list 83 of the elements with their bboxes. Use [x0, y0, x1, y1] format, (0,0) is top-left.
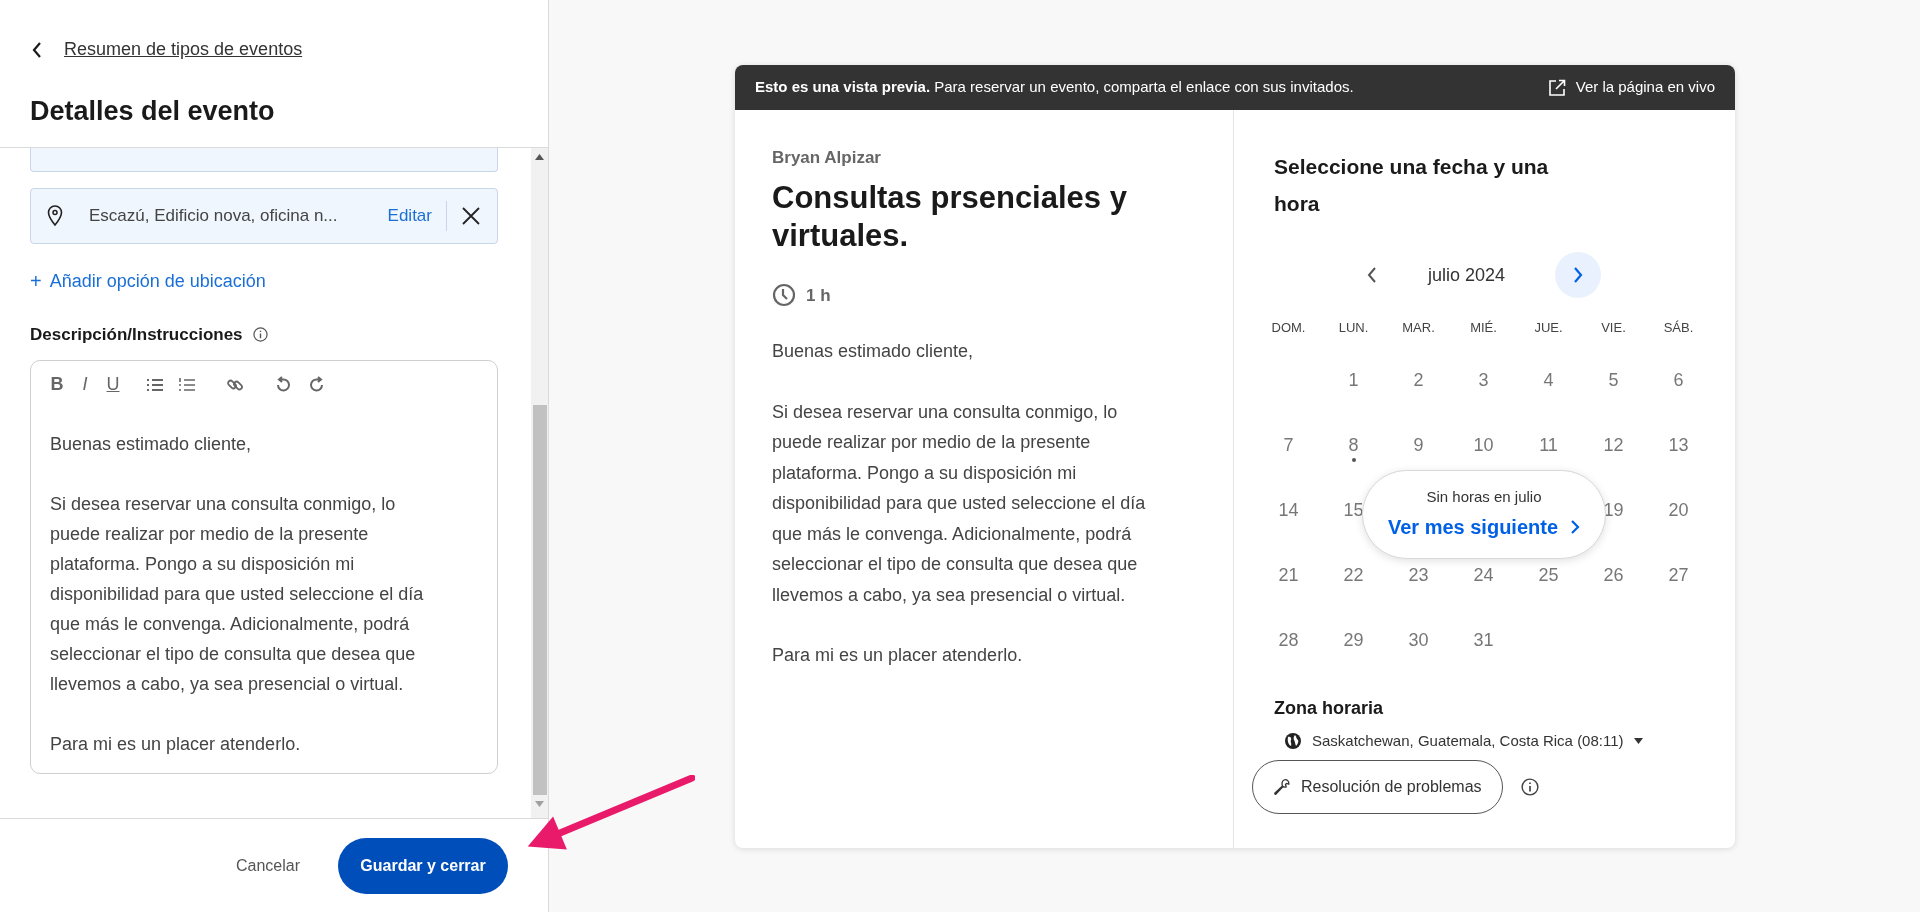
info-icon[interactable] — [252, 327, 268, 343]
event-description: Buenas estimado cliente, — [772, 340, 975, 363]
calendar-day: 25 — [1538, 561, 1559, 589]
calendar-day: 26 — [1603, 561, 1624, 589]
calendar-day: 13 — [1668, 431, 1689, 459]
location-pin-icon — [47, 205, 63, 227]
calendar-day: 15 — [1343, 496, 1364, 524]
caret-icon — [1633, 737, 1643, 744]
calendar-day: 28 — [1278, 626, 1299, 654]
format-button[interactable]: U — [106, 371, 120, 398]
calendar-day: 1 — [1348, 366, 1359, 394]
calendar-day: 12 — [1603, 431, 1624, 459]
globe-icon — [1284, 731, 1302, 750]
save-button[interactable]: Guardar y cerrar — [338, 837, 508, 894]
bulleted-list-icon[interactable] — [146, 376, 164, 393]
chevron-right-icon — [1572, 266, 1585, 284]
description-paragraph: Para mi es un placer atenderlo. — [50, 732, 302, 756]
calendar-day: 5 — [1608, 366, 1619, 394]
calendar-day: 3 — [1478, 366, 1489, 394]
banner-text: Esto es una vista previa. Para reservar un evento, comparta el enlace con sus invitados. — [755, 77, 1354, 98]
wrench-icon — [1273, 778, 1291, 796]
calendar-day: 29 — [1343, 626, 1364, 654]
back-link[interactable]: Resumen de tipos de eventos — [64, 36, 303, 63]
scrollbar[interactable] — [531, 148, 548, 818]
scroll-up-icon[interactable] — [535, 154, 544, 160]
edit-link[interactable]: Editar — [387, 203, 432, 229]
calendar-day: 19 — [1603, 496, 1624, 524]
calendar-day: 7 — [1283, 431, 1294, 459]
description-paragraph: Buenas estimado cliente, — [50, 432, 253, 456]
calendar-day: 22 — [1343, 561, 1364, 589]
previous-month-icon[interactable] — [1365, 266, 1378, 284]
close-icon[interactable] — [461, 206, 481, 226]
event-title: Consultas prsenciales y virtuales. — [772, 178, 1128, 255]
add-location-link[interactable]: + Añadir opción de ubicación — [30, 266, 498, 296]
host-name: Bryan Alpizar — [772, 147, 882, 169]
calendar-day: 21 — [1278, 561, 1299, 589]
popup-note: Sin horas en julio — [1426, 486, 1542, 507]
next-month-link[interactable]: Ver mes siguiente — [1387, 512, 1581, 543]
event-description: Si desea reservar una consulta conmigo, lo puede realizar por medio de la presente plataforma. Pongo a su disposición mi disponibilidad para que usted seleccione el día que más le convenga. Adicionalmente, podrá seleccionar el tipo de consulta que desea que llevemos a cabo, ya sea presencial o virtual. — [772, 400, 1147, 607]
calendar-day: 6 — [1673, 366, 1684, 394]
external-link-icon — [1547, 78, 1566, 97]
weekday-label: MAR. — [1402, 320, 1435, 335]
calendar-day: 14 — [1278, 496, 1299, 524]
calendar-day: 30 — [1408, 626, 1429, 654]
calendar-day: 8 — [1348, 431, 1359, 459]
undo-icon[interactable] — [274, 375, 292, 394]
calendar-day: 9 — [1413, 431, 1424, 459]
calendar-day: 11 — [1539, 431, 1558, 459]
weekday-label: JUE. — [1534, 320, 1563, 335]
format-button[interactable]: B — [50, 371, 64, 398]
numbered-list-icon[interactable] — [178, 376, 196, 393]
weekday-label: LUN. — [1338, 320, 1369, 335]
timezone-dropdown[interactable]: Saskatchewan, Guatemala, Costa Rica (08:11) — [1284, 729, 1643, 752]
format-button[interactable]: I — [78, 371, 92, 398]
live-page-link[interactable]: Ver la página en vivo — [1547, 76, 1715, 99]
calendar-day: 31 — [1473, 626, 1494, 654]
chevron-right-icon — [1570, 519, 1581, 536]
scrollbar-thumb[interactable] — [532, 405, 547, 795]
calendar-day: 23 — [1408, 561, 1429, 589]
month-label: julio 2024 — [1427, 263, 1506, 287]
timezone-label: Zona horaria — [1274, 696, 1385, 720]
redo-icon[interactable] — [308, 375, 326, 394]
weekday-label: VIE. — [1601, 320, 1626, 335]
panel-title: Detalles del evento — [30, 95, 276, 128]
info-icon[interactable] — [1520, 778, 1539, 796]
weekday-label: DOM. — [1271, 320, 1306, 335]
clock-icon — [772, 283, 796, 308]
calendar-day: 20 — [1668, 496, 1689, 524]
description-editor[interactable] — [30, 359, 498, 774]
location-text: Escazú, Edificio nova, oficina n... — [89, 205, 339, 228]
event-description: Para mi es un placer atenderlo. — [772, 644, 1024, 667]
calendar-heading: Seleccione una fecha y una hora — [1274, 154, 1550, 217]
duration-text: 1 h — [806, 284, 831, 307]
calendar-day: 2 — [1413, 366, 1424, 394]
calendar-day: 4 — [1543, 366, 1554, 394]
weekday-label: SÁB. — [1663, 320, 1694, 335]
description-paragraph: Si desea reservar una consulta conmigo, lo puede realizar por medio de la presente plataforma. Pongo a su disposición mi disponibilidad para que usted seleccione el día que más le convenga. Adicionalmente, podrá seleccionar el tipo de consulta que desea que llevemos a cabo, ya sea presencial o virtual. — [50, 492, 425, 696]
cancel-button[interactable]: Cancelar — [227, 845, 308, 886]
calendar-day: 10 — [1473, 431, 1494, 459]
weekday-label: MIÉ. — [1470, 320, 1497, 335]
calendar-day: 24 — [1473, 561, 1494, 589]
calendar-day: 27 — [1668, 561, 1689, 589]
field-label: Descripción/Instrucciones — [30, 324, 243, 346]
